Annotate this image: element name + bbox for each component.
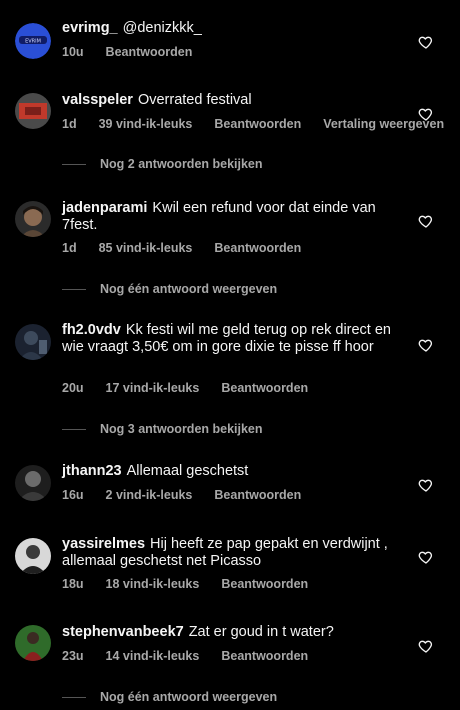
avatar[interactable] — [15, 625, 51, 661]
username[interactable]: valsspeler — [62, 92, 133, 108]
view-replies-button[interactable]: Nog één antwoord weergeven — [62, 690, 277, 704]
comment-text: jadenparami Kwil een refund voor dat eind… — [62, 200, 402, 234]
comment-time: 23u — [62, 649, 84, 663]
heart-icon[interactable] — [418, 549, 434, 565]
like-count[interactable]: 39 vind-ik-leuks — [99, 117, 193, 131]
avatar[interactable] — [15, 93, 51, 129]
comment-time: 16u — [62, 488, 84, 502]
avatar[interactable] — [15, 324, 51, 360]
comment-meta: 16u 2 vind-ik-leuks Beantwoorden — [62, 488, 323, 502]
avatar[interactable] — [15, 538, 51, 574]
reply-button[interactable]: Beantwoorden — [221, 381, 308, 395]
username[interactable]: yassirelmes — [62, 536, 145, 552]
replies-divider — [62, 428, 86, 430]
comment-text: fh2.0vdv Kk festi wil me geld terug op re… — [62, 322, 402, 356]
comment-content[interactable]: Zat er goud in t water? — [189, 624, 334, 640]
reply-button[interactable]: Beantwoorden — [221, 577, 308, 591]
view-replies-label[interactable]: Nog één antwoord weergeven — [100, 690, 277, 704]
heart-icon[interactable] — [418, 34, 434, 50]
avatar[interactable]: EVRIM — [15, 23, 51, 59]
username[interactable]: fh2.0vdv — [62, 322, 121, 338]
avatar[interactable] — [15, 201, 51, 237]
comment-text: evrimg_ @denizkkk_ — [62, 20, 402, 37]
replies-divider — [62, 696, 86, 698]
comment-text: stephenvanbeek7 Zat er goud in t water? — [62, 624, 402, 641]
comment-text: yassirelmes Hij heeft ze pap gepakt en ve… — [62, 536, 402, 570]
reply-button[interactable]: Beantwoorden — [221, 649, 308, 663]
comment-meta: 10u Beantwoorden — [62, 45, 214, 59]
view-replies-label[interactable]: Nog 3 antwoorden bekijken — [100, 422, 263, 436]
like-count[interactable]: 14 vind-ik-leuks — [106, 649, 200, 663]
username[interactable]: stephenvanbeek7 — [62, 624, 184, 640]
comment-meta: 1d 39 vind-ik-leuks Beantwoorden Vertaling … — [62, 117, 444, 131]
like-count[interactable]: 17 vind-ik-leuks — [106, 381, 200, 395]
avatar[interactable] — [15, 465, 51, 501]
comment-text: valsspeler Overrated festival — [62, 92, 402, 109]
heart-icon[interactable] — [418, 477, 434, 493]
like-count[interactable]: 2 vind-ik-leuks — [106, 488, 193, 502]
view-replies-button[interactable]: Nog één antwoord weergeven — [62, 282, 277, 296]
comment-time: 20u — [62, 381, 84, 395]
comment-meta: 1d 85 vind-ik-leuks Beantwoorden — [62, 241, 323, 255]
view-replies-label[interactable]: Nog 2 antwoorden bekijken — [100, 157, 263, 171]
comment-content[interactable]: @denizkkk_ — [123, 20, 202, 36]
comment-meta: 23u 14 vind-ik-leuks Beantwoorden — [62, 649, 330, 663]
comment-time: 10u — [62, 45, 84, 59]
username[interactable]: jadenparami — [62, 200, 147, 216]
heart-icon[interactable] — [418, 638, 434, 654]
reply-button[interactable]: Beantwoorden — [214, 117, 301, 131]
comment-content[interactable]: Allemaal geschetst — [127, 463, 249, 479]
comment-meta: 18u 18 vind-ik-leuks Beantwoorden — [62, 577, 330, 591]
replies-divider — [62, 288, 86, 290]
like-count[interactable]: 18 vind-ik-leuks — [106, 577, 200, 591]
heart-icon[interactable] — [418, 213, 434, 229]
comment-text: jthann23 Allemaal geschetst — [62, 463, 402, 480]
username[interactable]: jthann23 — [62, 463, 122, 479]
heart-icon[interactable] — [418, 337, 434, 353]
view-replies-button[interactable]: Nog 3 antwoorden bekijken — [62, 422, 263, 436]
username[interactable]: evrimg_ — [62, 20, 118, 36]
comment-time: 1d — [62, 117, 77, 131]
view-replies-button[interactable]: Nog 2 antwoorden bekijken — [62, 157, 263, 171]
comment-time: 18u — [62, 577, 84, 591]
replies-divider — [62, 163, 86, 165]
comment-meta: 20u 17 vind-ik-leuks Beantwoorden — [62, 381, 330, 395]
comment-content[interactable]: Overrated festival — [138, 92, 252, 108]
reply-button[interactable]: Beantwoorden — [214, 241, 301, 255]
comment-time: 1d — [62, 241, 77, 255]
like-count[interactable]: 85 vind-ik-leuks — [99, 241, 193, 255]
view-replies-label[interactable]: Nog één antwoord weergeven — [100, 282, 277, 296]
svg-text:EVRIM: EVRIM — [25, 39, 41, 45]
reply-button[interactable]: Beantwoorden — [106, 45, 193, 59]
heart-icon[interactable] — [418, 106, 434, 122]
reply-button[interactable]: Beantwoorden — [214, 488, 301, 502]
